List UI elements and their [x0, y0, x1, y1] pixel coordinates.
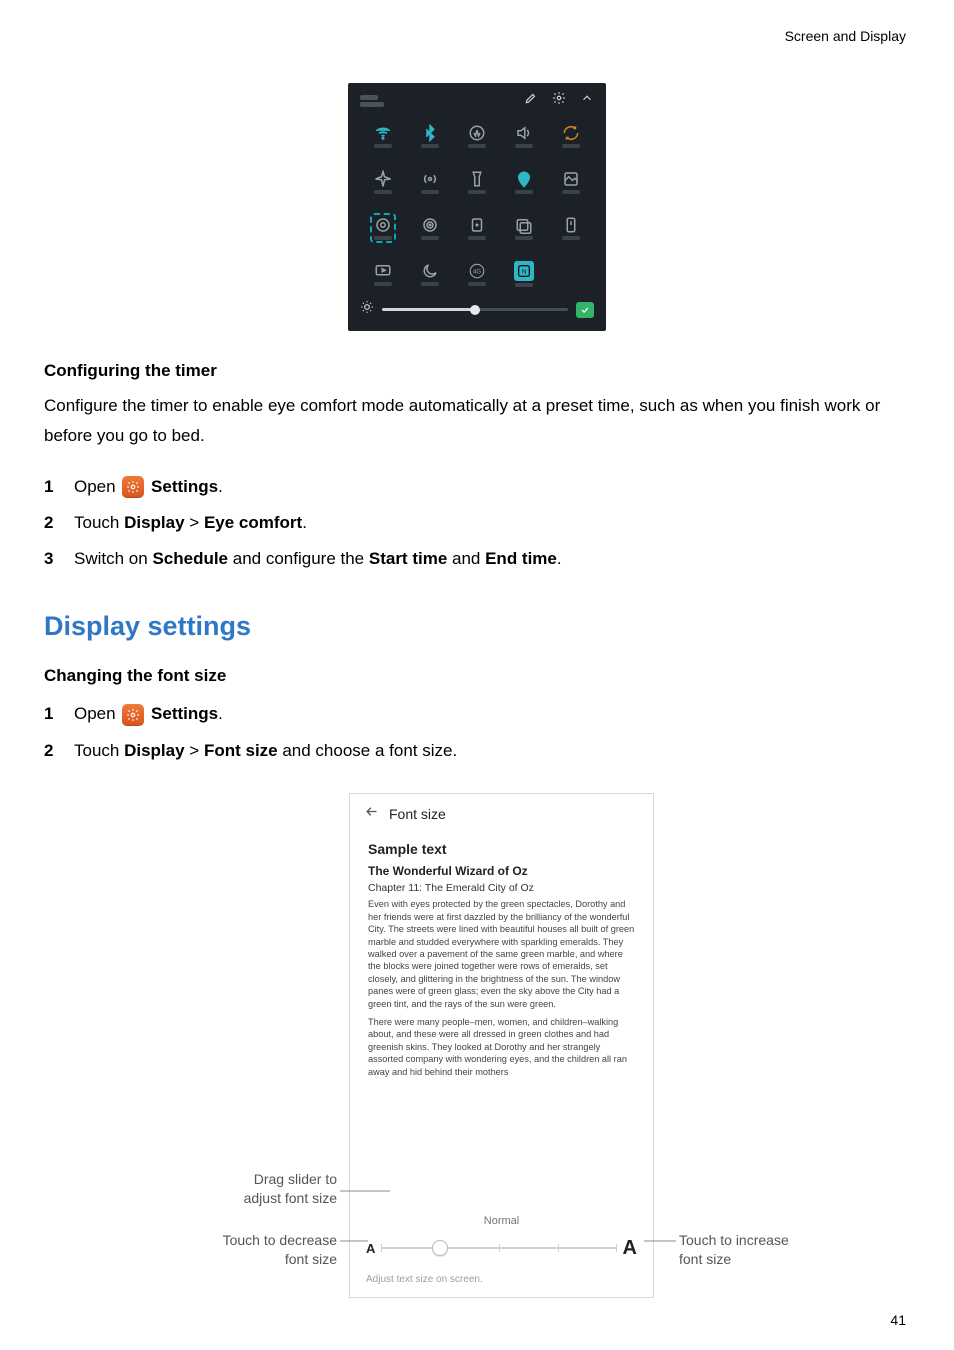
sample-paragraph: Even with eyes protected by the green sp… — [368, 898, 637, 1010]
brightness-icon — [360, 300, 374, 319]
sound-icon — [515, 124, 533, 148]
chevron-up-icon — [580, 91, 594, 110]
step-number: 3 — [44, 543, 60, 575]
callout-increase: Touch to increasefont size — [679, 1231, 859, 1269]
svg-text:4G: 4G — [473, 269, 481, 275]
huawei-share-icon — [421, 216, 439, 240]
book-title: The Wonderful Wizard of Oz — [368, 863, 637, 879]
callout-drag: Drag slider toadjust font size — [167, 1170, 337, 1208]
bluetooth-icon — [421, 124, 439, 148]
callout-decrease: Touch to decreasefont size — [167, 1231, 337, 1269]
night-mode-icon — [421, 262, 439, 286]
auto-rotate-icon — [562, 124, 580, 148]
mobile-data-icon — [468, 124, 486, 148]
phone-mock: Font size Sample text The Wonderful Wiza… — [349, 793, 654, 1298]
svg-text:N: N — [521, 269, 526, 276]
font-size-slider: A A — [366, 1237, 637, 1260]
back-arrow-icon — [364, 804, 379, 824]
increase-font-button[interactable]: A — [623, 1237, 637, 1260]
screen-record-icon — [515, 216, 533, 240]
airplane-icon — [374, 170, 392, 194]
settings-app-icon — [122, 476, 144, 498]
step-number: 2 — [44, 507, 60, 539]
edit-icon — [524, 91, 538, 110]
floating-dock-icon — [468, 216, 486, 240]
slider-value-label: Normal — [366, 1215, 637, 1227]
step-number: 1 — [44, 471, 60, 503]
font-steps: 1 Open Settings. 2 Touch Display > Font … — [44, 696, 910, 769]
chapter-label: Chapter 11: The Emerald City of Oz — [368, 881, 637, 895]
nfc-icon: N — [514, 261, 534, 287]
gradient-4g-icon: 4G — [468, 262, 486, 286]
quick-settings-illustration: 4G N — [348, 83, 606, 331]
screenshot-icon — [562, 170, 580, 194]
cast-icon — [374, 262, 392, 286]
gear-icon — [552, 91, 566, 110]
slider-hint: Adjust text size on screen. — [366, 1274, 637, 1285]
font-size-heading: Changing the font size — [44, 666, 910, 686]
sample-paragraph: There were many people–men, women, and c… — [368, 1016, 637, 1078]
eye-comfort-tile — [370, 213, 396, 243]
timer-heading: Configuring the timer — [44, 361, 910, 381]
step-number: 2 — [44, 735, 60, 767]
settings-app-icon — [122, 704, 144, 726]
wifi-icon — [374, 124, 392, 148]
flashlight-icon — [468, 170, 486, 194]
timer-body: Configure the timer to enable eye comfor… — [44, 391, 910, 451]
step-number: 1 — [44, 698, 60, 730]
auto-brightness-check-icon — [576, 302, 594, 318]
phone-title: Font size — [389, 806, 446, 822]
location-icon — [515, 170, 533, 194]
display-settings-heading: Display settings — [44, 611, 910, 642]
page-number: 41 — [890, 1312, 906, 1328]
brightness-slider — [360, 298, 594, 321]
header-breadcrumb: Screen and Display — [785, 28, 906, 44]
slider-thumb[interactable] — [432, 1240, 448, 1256]
timer-steps: 1 Open Settings. 2 Touch Display > Eye c… — [44, 469, 910, 578]
hotspot-icon — [421, 170, 439, 194]
font-size-figure: Font size Sample text The Wonderful Wiza… — [67, 793, 887, 1303]
sample-text-heading: Sample text — [368, 840, 637, 859]
do-not-disturb-icon — [562, 216, 580, 240]
decrease-font-button[interactable]: A — [366, 1241, 375, 1256]
